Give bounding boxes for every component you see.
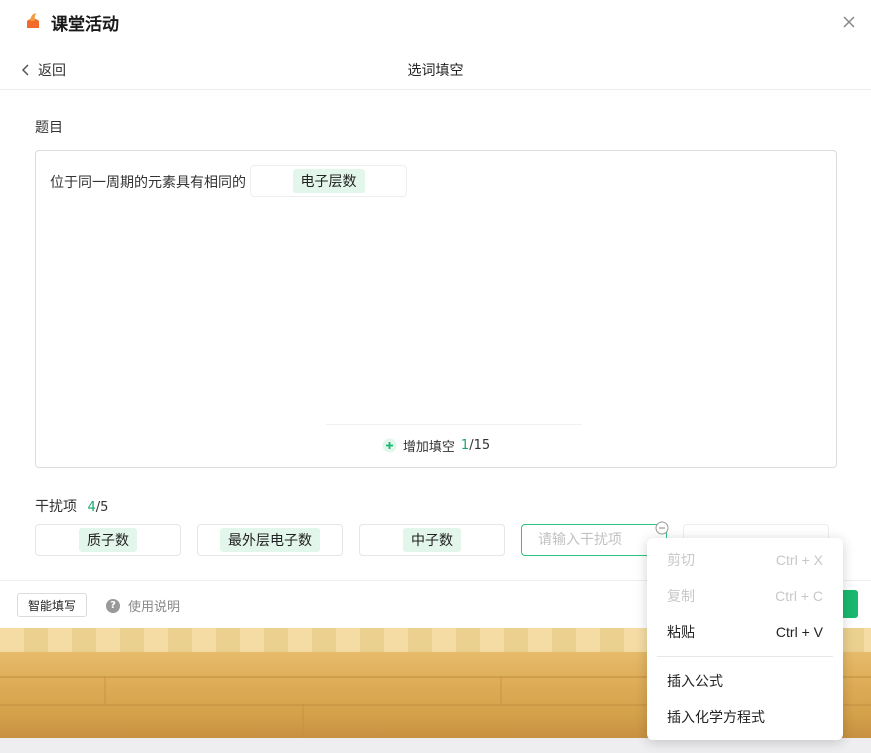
add-blank-button[interactable]: 增加填空 1/15 xyxy=(36,436,836,455)
distractor-input[interactable] xyxy=(521,524,667,556)
title-bar: 课堂活动 xyxy=(0,0,871,44)
answer-blank[interactable]: 电子层数 xyxy=(250,165,407,197)
distractor-chip: 质子数 xyxy=(79,528,137,552)
close-icon[interactable] xyxy=(840,13,858,31)
question-editor[interactable]: 位于同一周期的元素具有相同的 电子层数 增加填空 1/15 xyxy=(35,150,837,468)
question-label: 题目 xyxy=(35,120,63,136)
distractor-item[interactable]: 质子数 xyxy=(35,524,181,556)
add-blank-label: 增加填空 xyxy=(402,440,455,455)
app-logo-icon xyxy=(27,13,39,28)
menu-item-paste[interactable]: 粘贴 Ctrl + V xyxy=(647,614,843,650)
question-text[interactable]: 位于同一周期的元素具有相同的 xyxy=(50,172,246,192)
plus-circle-icon xyxy=(382,438,397,453)
answer-chip: 电子层数 xyxy=(292,169,365,193)
distractor-item[interactable]: 最外层电子数 xyxy=(197,524,343,556)
menu-item-cut[interactable]: 剪切 Ctrl + X xyxy=(647,542,843,578)
help-icon: ? xyxy=(106,598,120,613)
wood-seam xyxy=(302,704,304,738)
nav-bar: 返回 选词填空 xyxy=(0,48,871,90)
help-link[interactable]: ? 使用说明 xyxy=(106,596,180,615)
app-title: 课堂活动 xyxy=(51,15,119,35)
distractor-item[interactable]: 中子数 xyxy=(359,524,505,556)
distractor-count: 4/5 xyxy=(87,500,109,515)
remove-circle-icon[interactable] xyxy=(655,521,669,535)
wood-seam xyxy=(500,676,502,704)
distractor-label: 干扰项 4/5 xyxy=(35,499,109,515)
page-title: 选词填空 xyxy=(407,63,464,79)
distractor-chip: 最外层电子数 xyxy=(220,528,320,552)
divider xyxy=(326,424,582,425)
menu-item-copy[interactable]: 复制 Ctrl + C xyxy=(647,578,843,614)
distractor-chip: 中子数 xyxy=(403,528,461,552)
help-label: 使用说明 xyxy=(128,600,181,615)
blank-count: 1/15 xyxy=(460,438,491,453)
wood-seam xyxy=(104,676,106,704)
smart-fill-button[interactable]: 智能填写 xyxy=(17,593,88,617)
menu-item-insert-formula[interactable]: 插入公式 xyxy=(647,663,843,699)
context-menu: 剪切 Ctrl + X 复制 Ctrl + C 粘贴 Ctrl + V 插入公式… xyxy=(647,538,843,740)
floor-bottom-strip xyxy=(0,738,871,753)
menu-item-insert-chem-equation[interactable]: 插入化学方程式 xyxy=(647,699,843,735)
menu-separator xyxy=(657,656,833,657)
